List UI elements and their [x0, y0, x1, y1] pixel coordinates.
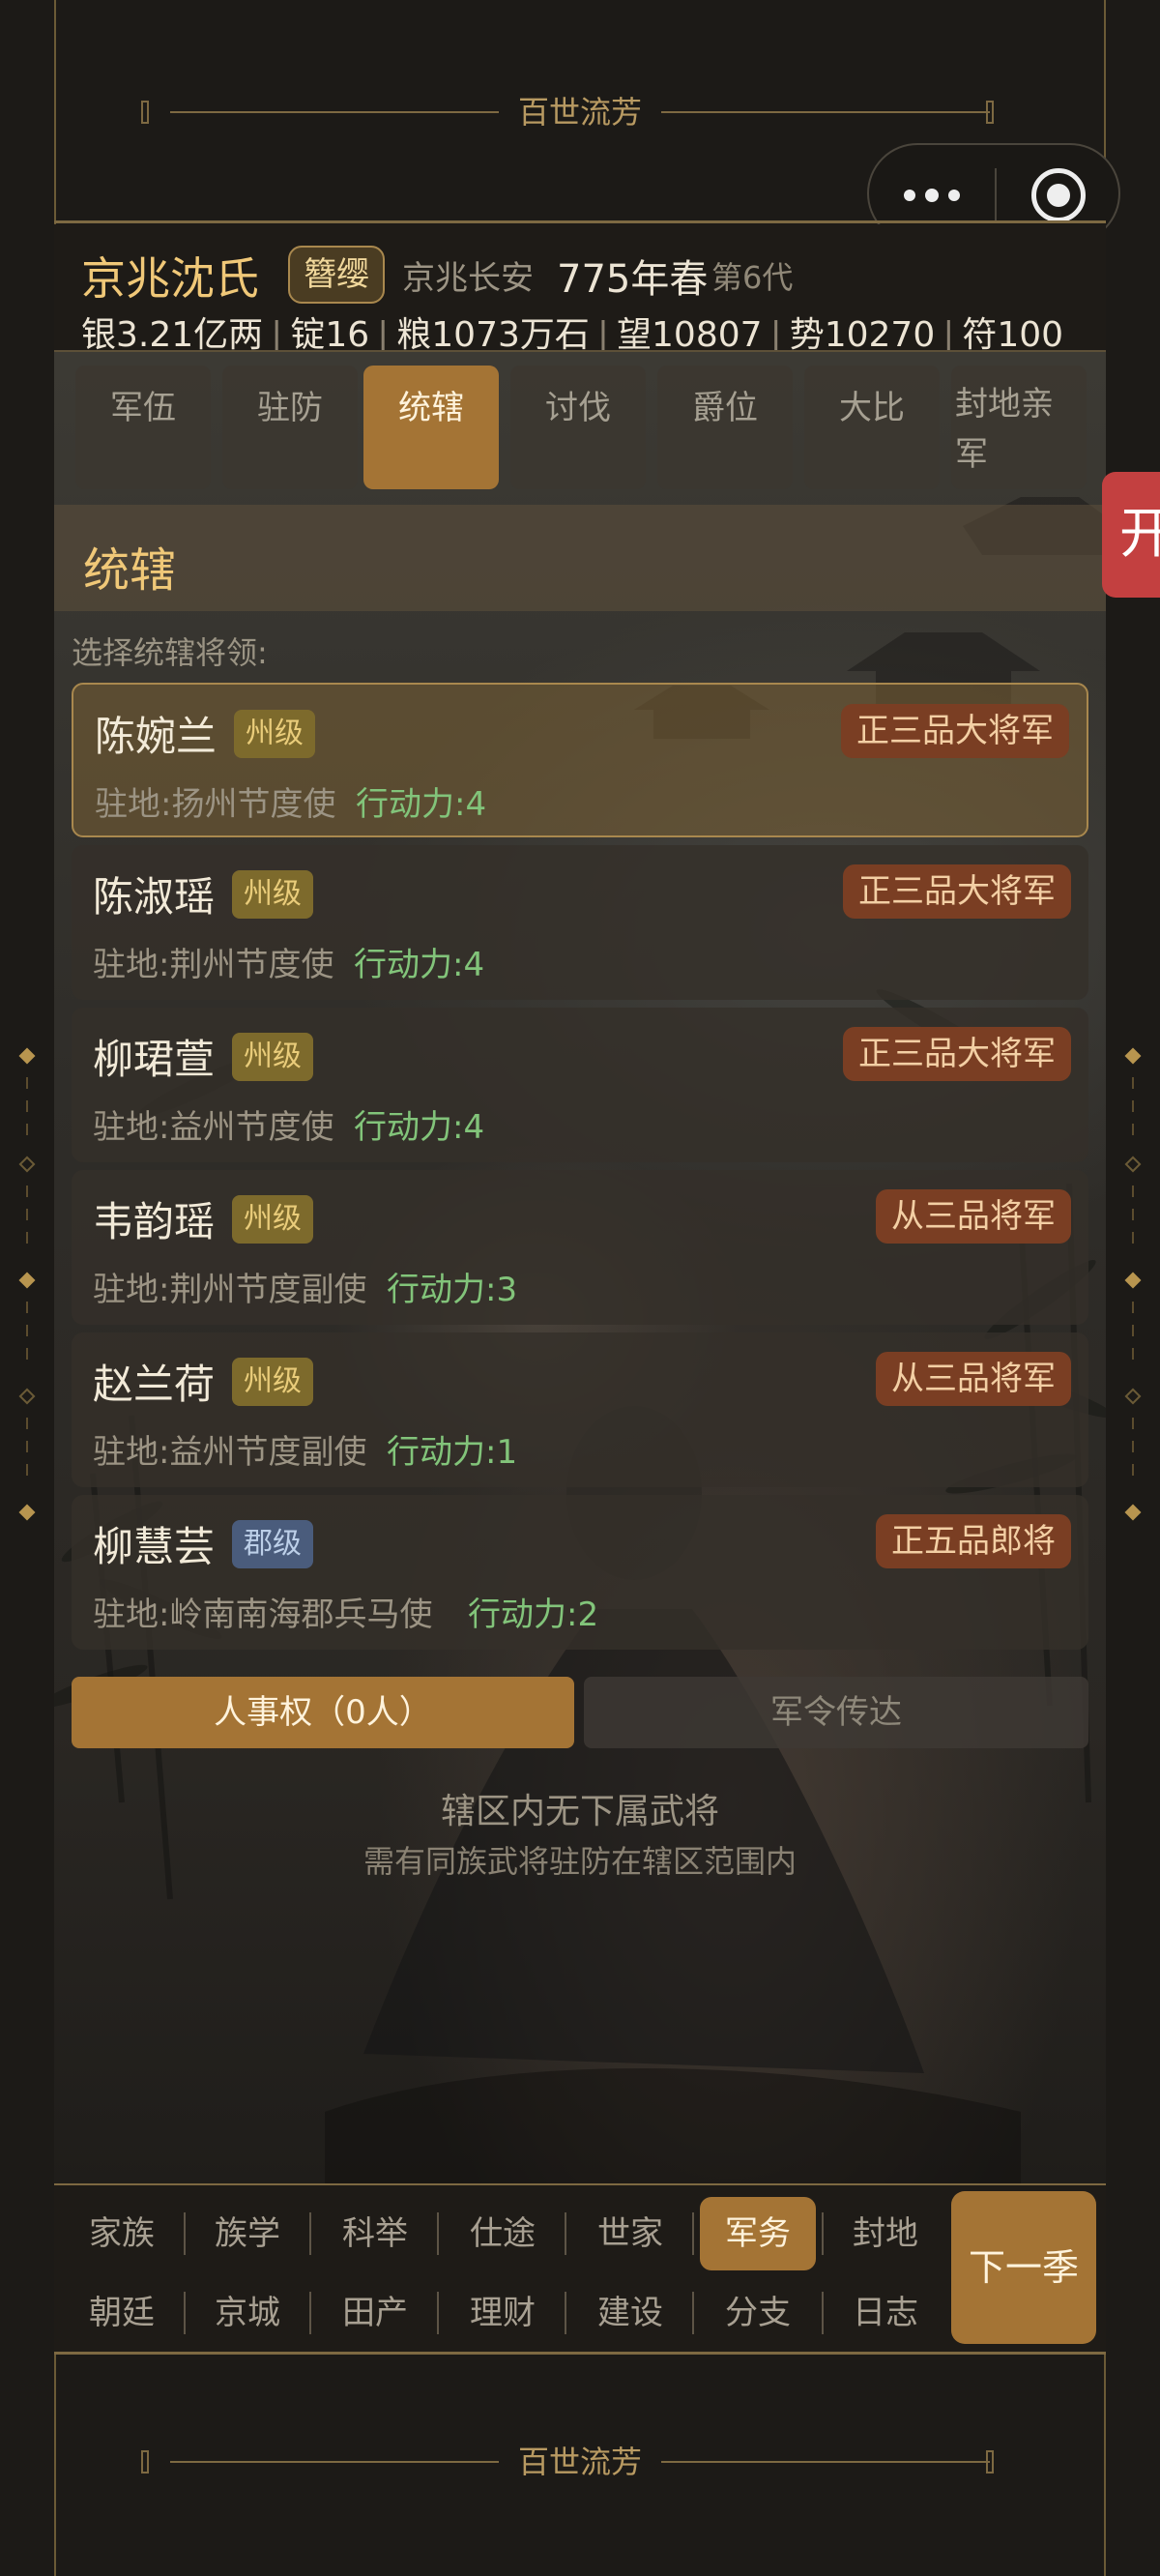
nav-branches[interactable]: 分支: [704, 2276, 812, 2350]
side-open-tab[interactable]: 开: [1102, 472, 1160, 598]
general-garrison: 驻地:扬州节度使: [95, 785, 336, 824]
resource-silver: 银3.21亿两: [81, 315, 264, 352]
general-action-points: 行动力:2: [468, 1595, 599, 1634]
right-ornament: [1121, 1044, 1145, 1528]
nav-log[interactable]: 日志: [831, 2276, 940, 2350]
next-season-button[interactable]: 下一季: [951, 2191, 1096, 2344]
general-name: 陈婉兰: [95, 713, 218, 760]
general-level-badge: 州级: [232, 870, 313, 919]
general-level-badge: 郡级: [232, 1520, 313, 1568]
general-action-points: 行动力:4: [356, 785, 487, 824]
general-level-badge: 州级: [232, 1358, 313, 1406]
nav-bottom-divider: [54, 2352, 1106, 2355]
general-level-badge: 州级: [232, 1195, 313, 1244]
close-target-icon[interactable]: [1031, 168, 1086, 222]
military-orders-tab[interactable]: 军令传达: [584, 1677, 1088, 1748]
personnel-tab[interactable]: 人事权（0人）: [72, 1677, 574, 1748]
resource-power: 势10270: [789, 315, 936, 352]
nav-capital[interactable]: 京城: [193, 2276, 302, 2350]
nav-court[interactable]: 朝廷: [68, 2276, 176, 2350]
nav-career[interactable]: 仕途: [449, 2197, 557, 2270]
general-card[interactable]: 柳珺萱 州级 正三品大将军 驻地:益州节度使 行动力:4: [72, 1008, 1088, 1162]
header-top-divider: [54, 220, 1106, 223]
general-name: 陈淑瑶: [93, 873, 216, 921]
general-level-badge: 州级: [234, 710, 315, 758]
general-action-points: 行动力:1: [387, 1433, 518, 1472]
resource-talisman: 符100: [962, 315, 1064, 352]
military-panel: 军伍 驻防 统辖 讨伐 爵位 大比 封地亲军 统辖 选择统辖将领: 陈婉兰 州级…: [54, 352, 1106, 2183]
nav-fief[interactable]: 封地: [831, 2197, 940, 2270]
section-header: 统辖: [54, 505, 1106, 611]
general-name: 赵兰荷: [93, 1361, 216, 1408]
general-action-points: 行动力:4: [354, 1108, 485, 1147]
generation-label: 第6代: [711, 259, 794, 296]
general-name: 韦韵瑶: [93, 1198, 216, 1245]
general-title-badge: 正五品郎将: [876, 1514, 1071, 1568]
general-card[interactable]: 柳慧芸 郡级 正五品郎将 驻地:岭南南海郡兵马使 行动力:2: [72, 1495, 1088, 1650]
section-title: 统辖: [83, 543, 177, 598]
general-title-badge: 正三品大将军: [841, 704, 1069, 758]
tab-campaign[interactable]: 讨伐: [510, 366, 646, 489]
family-header: 京兆沈氏 簪缨 京兆长安 775年春 第6代 银3.21亿两 | 锭16 | 粮1073…: [54, 224, 1106, 352]
nav-noble-families[interactable]: 世家: [576, 2197, 684, 2270]
general-level-badge: 州级: [232, 1033, 313, 1081]
nav-construction[interactable]: 建设: [576, 2276, 684, 2350]
resource-prestige: 望10807: [617, 315, 763, 352]
tab-fief-guard[interactable]: 封地亲军: [951, 366, 1087, 489]
general-card[interactable]: 陈婉兰 州级 正三品大将军 驻地:扬州节度使 行动力:4: [72, 683, 1088, 837]
nav-family[interactable]: 家族: [68, 2197, 176, 2270]
general-card[interactable]: 韦韵瑶 州级 从三品将军 驻地:荆州节度副使 行动力:3: [72, 1170, 1088, 1325]
tab-garrison[interactable]: 驻防: [222, 366, 358, 489]
empty-state-title: 辖区内无下属武将: [440, 1792, 719, 1831]
left-ornament: [15, 1044, 39, 1528]
nav-finance[interactable]: 理财: [449, 2276, 557, 2350]
family-name: 京兆沈氏: [81, 252, 259, 305]
resource-ingot: 锭16: [290, 315, 370, 352]
select-general-prompt: 选择统辖将领:: [72, 634, 268, 671]
general-garrison: 驻地:岭南南海郡兵马使: [93, 1595, 433, 1634]
season-label: 775年春: [557, 257, 709, 302]
bottom-nav: 家族 族学 科举 仕途 世家 军务 封地 朝廷 京城 田产 理财 建设 分支 日…: [54, 2185, 1106, 2352]
general-garrison: 驻地:益州节度使: [93, 1108, 334, 1147]
general-card[interactable]: 赵兰荷 州级 从三品将军 驻地:益州节度副使 行动力:1: [72, 1332, 1088, 1487]
nav-military[interactable]: 军务: [700, 2197, 816, 2270]
tab-army[interactable]: 军伍: [75, 366, 211, 489]
tab-nobility[interactable]: 爵位: [657, 366, 793, 489]
nav-estates[interactable]: 田产: [321, 2276, 429, 2350]
family-location: 京兆长安: [402, 259, 534, 298]
general-title-badge: 正三品大将军: [843, 1027, 1071, 1081]
general-card[interactable]: 陈淑瑶 州级 正三品大将军 驻地:荆州节度使 行动力:4: [72, 845, 1088, 1000]
resource-bar: 银3.21亿两 | 锭16 | 粮1073万石 | 望10807 | 势10270 | 符100: [81, 313, 1063, 352]
general-title-badge: 从三品将军: [876, 1352, 1071, 1406]
general-garrison: 驻地:荆州节度使: [93, 946, 334, 984]
general-name: 柳珺萱: [93, 1036, 216, 1083]
more-icon[interactable]: [904, 180, 964, 211]
tab-command[interactable]: 统辖: [363, 366, 499, 489]
general-title-badge: 从三品将军: [876, 1189, 1071, 1244]
empty-state-hint: 需有同族武将驻防在辖区范围内: [362, 1843, 797, 1880]
general-title-badge: 正三品大将军: [843, 864, 1071, 919]
general-action-points: 行动力:3: [387, 1271, 518, 1309]
tab-tournament[interactable]: 大比: [804, 366, 940, 489]
nav-clan-school[interactable]: 族学: [193, 2197, 302, 2270]
general-action-points: 行动力:4: [354, 946, 485, 984]
rank-badge: 簪缨: [288, 246, 385, 304]
general-garrison: 驻地:荆州节度副使: [93, 1271, 367, 1309]
general-garrison: 驻地:益州节度副使: [93, 1433, 367, 1472]
general-name: 柳慧芸: [93, 1523, 216, 1570]
nav-exam[interactable]: 科举: [321, 2197, 429, 2270]
resource-grain: 粮1073万石: [396, 315, 590, 352]
